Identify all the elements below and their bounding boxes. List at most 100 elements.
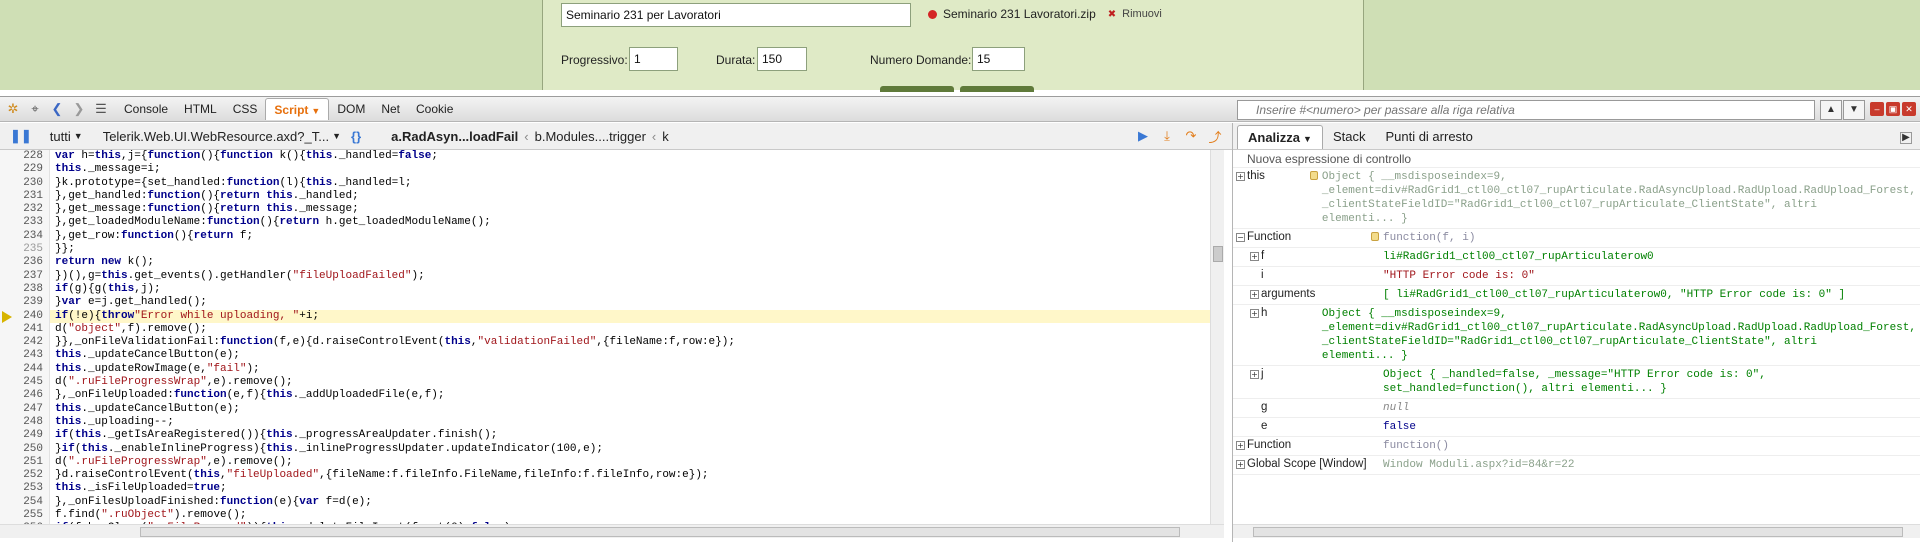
- code-line[interactable]: 250}if(this._enableInlineProgress){this.…: [0, 442, 1216, 456]
- file-dropdown[interactable]: Telerik.Web.UI.WebResource.axd?_T... ▼: [103, 129, 341, 144]
- code-line[interactable]: 251 d(".ruFileProgressWrap",e).remove();: [0, 455, 1216, 470]
- line-number[interactable]: 249: [0, 429, 50, 443]
- expand-icon[interactable]: +: [1250, 252, 1259, 261]
- line-number[interactable]: 242: [0, 336, 50, 350]
- line-number[interactable]: 238: [0, 282, 50, 297]
- search-prev-button[interactable]: ▲: [1820, 100, 1842, 120]
- panel-menu-icon[interactable]: ▶: [1900, 132, 1912, 144]
- code-line[interactable]: 245 d(".ruFileProgressWrap",e).remove();: [0, 376, 1216, 390]
- code-line[interactable]: 229 this._message=i;: [0, 163, 1216, 177]
- line-number[interactable]: 243: [0, 349, 50, 363]
- expand-icon[interactable]: +: [1250, 290, 1259, 299]
- code-horizontal-scrollbar[interactable]: [0, 524, 1224, 538]
- code-line[interactable]: 236 return new k();: [0, 256, 1216, 270]
- code-line[interactable]: 255 f.find(".ruObject").remove();: [0, 509, 1216, 523]
- code-line[interactable]: 242}},_onFileValidationFail:function(f,e…: [0, 336, 1216, 350]
- command-line-icon[interactable]: ☰: [92, 100, 110, 118]
- watch-row[interactable]: + Function function(): [1233, 437, 1920, 456]
- watch-row[interactable]: e false: [1233, 418, 1920, 437]
- code-line[interactable]: 252}d.raiseControlEvent(this,"fileUpload…: [0, 469, 1216, 483]
- code-line[interactable]: 239}var e=j.get_handled();: [0, 296, 1216, 310]
- line-number[interactable]: 233: [0, 216, 50, 230]
- line-number[interactable]: 229: [0, 163, 50, 177]
- code-line[interactable]: 240 if(!e){throw"Error while uploading, "…: [0, 309, 1216, 323]
- code-line[interactable]: 232},get_message:function(){return this.…: [0, 203, 1216, 217]
- watch-horizontal-scrollbar[interactable]: [1233, 524, 1920, 538]
- pretty-print-button[interactable]: {}: [351, 129, 361, 144]
- scrollbar-thumb[interactable]: [1213, 246, 1223, 262]
- pause-icon[interactable]: ❚❚: [10, 128, 32, 144]
- remove-link[interactable]: Rimuovi: [1122, 8, 1162, 20]
- line-number[interactable]: 231: [0, 189, 50, 204]
- progressivo-input[interactable]: [629, 47, 678, 71]
- breadcrumb-item[interactable]: k: [662, 129, 669, 144]
- inspect-icon[interactable]: ⌖: [26, 100, 44, 118]
- watch-value[interactable]: false: [1383, 418, 1920, 436]
- tab-analizza[interactable]: Analizza ▼: [1237, 125, 1323, 149]
- line-number[interactable]: 244: [0, 362, 50, 377]
- tab-cookie[interactable]: Cookie: [408, 98, 461, 120]
- remove-icon[interactable]: ✖: [1108, 9, 1116, 20]
- expand-icon[interactable]: +: [1236, 460, 1245, 469]
- line-number[interactable]: 255: [0, 509, 50, 523]
- code-line[interactable]: 237})(),g=this.get_events().getHandler("…: [0, 269, 1216, 283]
- watch-row[interactable]: g null: [1233, 399, 1920, 418]
- code-line[interactable]: 233},get_loadedModuleName:function(){ret…: [0, 216, 1216, 230]
- search-next-button[interactable]: ▼: [1843, 100, 1865, 120]
- line-number[interactable]: 236: [0, 256, 50, 270]
- code-line[interactable]: 228 var h=this,j={function(){function k()…: [0, 150, 1216, 164]
- page-button-2[interactable]: [960, 86, 1034, 92]
- line-number[interactable]: 235: [0, 243, 50, 257]
- code-line[interactable]: 254},_onFilesUploadFinished:function(e){…: [0, 495, 1216, 510]
- code-line[interactable]: 246},_onFileUploaded:function(e,f){this.…: [0, 389, 1216, 403]
- code-line[interactable]: 231},get_handled:function(){return this.…: [0, 189, 1216, 204]
- watch-value[interactable]: "HTTP Error code is: 0": [1383, 267, 1920, 285]
- code-line[interactable]: 243 this._updateCancelButton(e);: [0, 349, 1216, 363]
- watch-value[interactable]: Object { __msdisposeindex=9, _element=div…: [1322, 305, 1920, 365]
- watch-value[interactable]: function(): [1383, 437, 1920, 455]
- tab-dom[interactable]: DOM: [329, 98, 373, 120]
- line-number[interactable]: 234: [0, 229, 50, 244]
- watch-value[interactable]: Object { _handled=false, _message="HTTP …: [1383, 366, 1920, 398]
- code-vertical-scrollbar[interactable]: [1210, 150, 1224, 524]
- code-line[interactable]: 235}};: [0, 243, 1216, 257]
- step-out-icon[interactable]: ⤴: [1206, 127, 1224, 145]
- code-line[interactable]: 248 this._uploading--;: [0, 415, 1216, 430]
- close-icon[interactable]: ✕: [1902, 102, 1916, 116]
- tab-stack[interactable]: Stack: [1323, 125, 1376, 149]
- title-input[interactable]: [561, 3, 911, 27]
- watch-row[interactable]: + Global Scope [Window] Window Moduli.aspx…: [1233, 456, 1920, 475]
- expand-icon[interactable]: +: [1236, 441, 1245, 450]
- breadcrumb-item[interactable]: a.RadAsyn...loadFail: [391, 129, 518, 144]
- line-number[interactable]: 246: [0, 389, 50, 403]
- code-line[interactable]: 249 if(this._getIsAreaRegistered()){this.…: [0, 429, 1216, 443]
- code-line[interactable]: 230}k.prototype={set_handled:function(l)…: [0, 176, 1216, 190]
- tab-css[interactable]: CSS: [225, 98, 266, 120]
- watch-row[interactable]: + this Object { __msdisposeindex=9, _elemen…: [1233, 168, 1920, 229]
- watch-row[interactable]: i "HTTP Error code is: 0": [1233, 267, 1920, 286]
- line-number[interactable]: 240: [0, 309, 50, 323]
- line-number[interactable]: 250: [0, 442, 50, 456]
- expand-icon[interactable]: +: [1250, 370, 1259, 379]
- detach-icon[interactable]: ▣: [1886, 102, 1900, 116]
- code-line[interactable]: 234},get_row:function(){return f;: [0, 229, 1216, 244]
- line-number[interactable]: 241: [0, 322, 50, 337]
- line-number[interactable]: 239: [0, 296, 50, 310]
- expand-icon[interactable]: +: [1236, 172, 1245, 181]
- line-number[interactable]: 252: [0, 469, 50, 483]
- code-line[interactable]: 244 this._updateRowImage(e,"fail");: [0, 362, 1216, 377]
- watch-row[interactable]: + j Object { _handled=false, _message="HTT…: [1233, 366, 1920, 399]
- tab-script[interactable]: Script ▼: [265, 98, 330, 120]
- line-number[interactable]: 232: [0, 203, 50, 217]
- watch-value[interactable]: [ li#RadGrid1_ctl00_ctl07_rupArticulater…: [1383, 286, 1920, 304]
- tab-breakpoints[interactable]: Punti di arresto: [1375, 125, 1482, 149]
- collapse-icon[interactable]: −: [1236, 233, 1245, 242]
- breadcrumb-item[interactable]: b.Modules....trigger: [535, 129, 646, 144]
- scrollbar-thumb[interactable]: [140, 527, 1180, 537]
- tab-net[interactable]: Net: [373, 98, 408, 120]
- back-icon[interactable]: ❮: [48, 100, 66, 118]
- filter-dropdown[interactable]: tutti ▼: [50, 129, 83, 144]
- expand-icon[interactable]: +: [1250, 309, 1259, 318]
- firebug-icon[interactable]: ✲: [4, 100, 22, 118]
- line-number[interactable]: 251: [0, 455, 50, 470]
